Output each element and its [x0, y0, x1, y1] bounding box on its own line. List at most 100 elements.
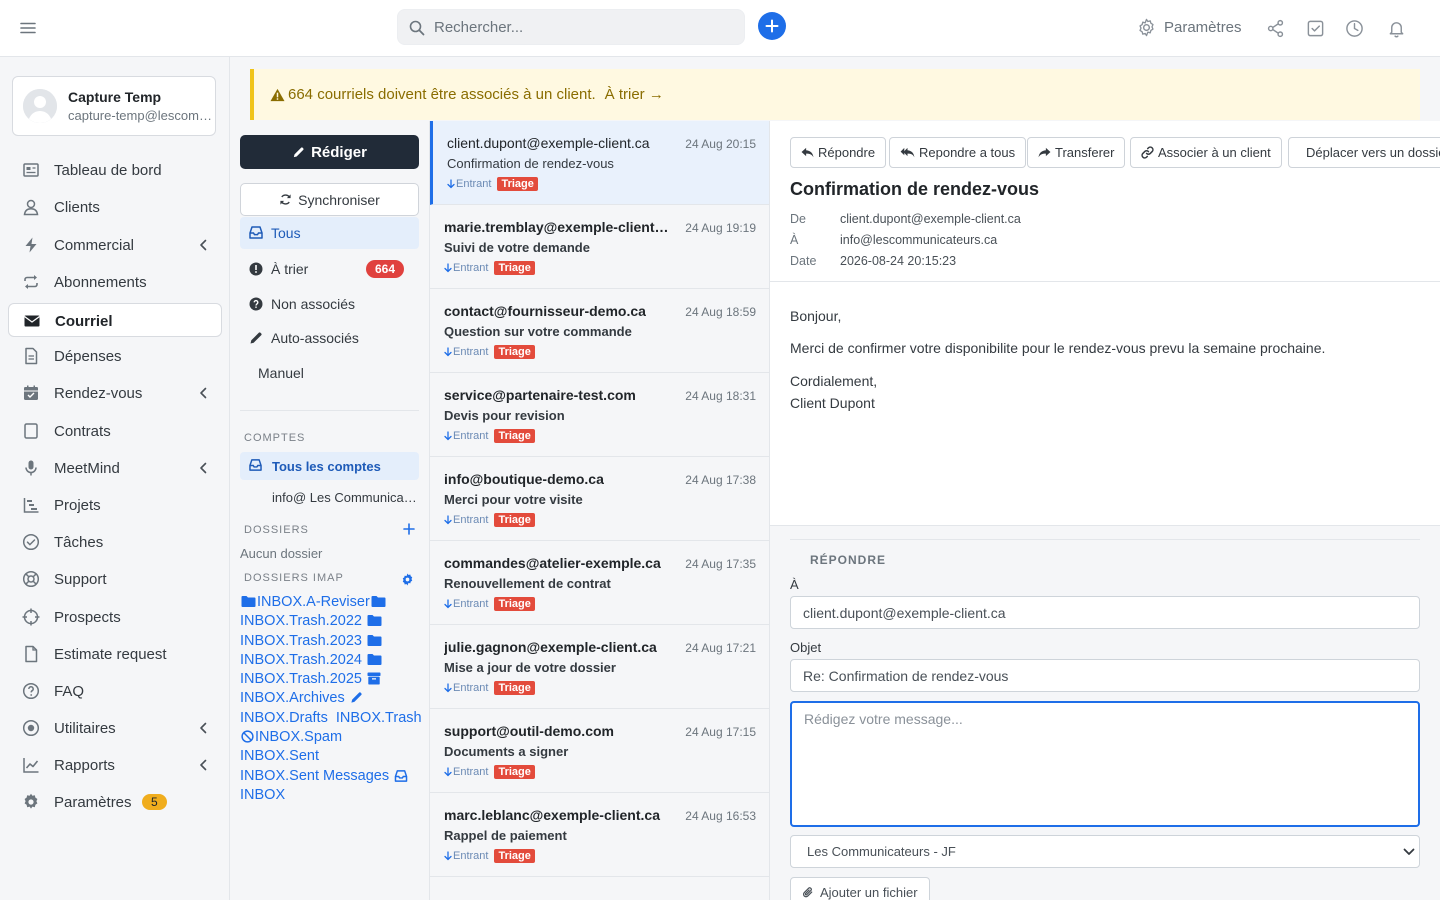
- email-list-item[interactable]: client.dupont@exemple-client.ca 24 Aug 20…: [430, 121, 769, 205]
- email-list-item[interactable]: contact@fournisseur-demo.ca 24 Aug 18:59 Q…: [430, 289, 769, 373]
- imap-folder-link[interactable]: INBOX.Spam: [255, 729, 342, 745]
- nav-item-file[interactable]: Dépenses: [8, 339, 222, 373]
- email-list-item[interactable]: marie.tremblay@exemple-client.ca 24 Aug 1…: [430, 205, 769, 289]
- create-new-button[interactable]: [758, 12, 786, 40]
- divider: [770, 281, 1440, 282]
- meta-label-to: À: [790, 233, 799, 247]
- nav-label: Clients: [54, 199, 100, 216]
- folder-label: Tous: [271, 225, 301, 241]
- associate-client-button[interactable]: Associer à un client: [1130, 137, 1282, 168]
- meta-value-to: info@lescommunicateurs.ca: [840, 233, 998, 247]
- all-accounts-item[interactable]: Tous les comptes: [240, 452, 419, 480]
- imap-folder-link[interactable]: INBOX.Trash: [336, 710, 422, 726]
- email-date: 24 Aug 17:21: [685, 641, 756, 655]
- attach-file-button[interactable]: Ajouter un fichier: [790, 877, 930, 900]
- meta-label-date: Date: [790, 254, 817, 268]
- nav-item-bolt[interactable]: Commercial: [8, 228, 222, 262]
- nav-label: Rendez-vous: [54, 385, 143, 402]
- nav-item-gantt[interactable]: Projets: [8, 488, 222, 522]
- nav-item-chart-line[interactable]: Rapports: [8, 748, 222, 782]
- reply-message-textarea[interactable]: [790, 701, 1420, 827]
- email-sender: support@outil-demo.com: [444, 723, 614, 739]
- imap-folder-link[interactable]: INBOX.Sent Messages: [240, 768, 389, 784]
- nav-item-contract[interactable]: Contrats: [8, 414, 222, 448]
- reply-subject-input[interactable]: [790, 659, 1420, 692]
- user-card[interactable]: Capture Temp capture-temp@lescommunicate…: [12, 76, 216, 136]
- email-date: 24 Aug 17:35: [685, 557, 756, 571]
- folder-manual[interactable]: Manuel: [240, 357, 419, 389]
- share-icon[interactable]: [1266, 19, 1285, 38]
- folder-unassociated[interactable]: Non associés: [240, 288, 419, 320]
- imap-folder-link[interactable]: INBOX.Trash.2024: [240, 652, 362, 668]
- alert-text: 664 courriels doivent être associés à un…: [288, 86, 596, 103]
- email-list-item[interactable]: julie.gagnon@exemple-client.ca 24 Aug 17:…: [430, 625, 769, 709]
- incoming-label: Entrant: [453, 262, 489, 274]
- nav-item-crosshair[interactable]: Prospects: [8, 600, 222, 634]
- email-sender: commandes@atelier-exemple.ca: [444, 555, 661, 571]
- imap-folder-link[interactable]: INBOX.Drafts: [240, 710, 328, 726]
- triage-badge: Triage: [494, 849, 535, 863]
- folder-to-sort[interactable]: À trier 664: [240, 253, 419, 285]
- imap-folder-link[interactable]: INBOX: [240, 787, 285, 803]
- nav-item-calendar[interactable]: Rendez-vous: [8, 376, 222, 410]
- reply-all-button[interactable]: Repondre a tous: [889, 137, 1027, 168]
- add-folder-plus-icon[interactable]: [403, 523, 415, 535]
- nav-item-check-circle[interactable]: Tâches: [8, 525, 222, 559]
- from-account-select[interactable]: Les Communicateurs - JF: [790, 835, 1420, 868]
- reply-to-input[interactable]: [790, 596, 1420, 629]
- nav-item-lifebuoy[interactable]: Support: [8, 562, 222, 596]
- folder-all[interactable]: Tous: [240, 217, 419, 249]
- hamburger-menu-icon[interactable]: [19, 19, 37, 37]
- nav-item-dot-circle[interactable]: Utilitaires: [8, 711, 222, 745]
- imap-folder-link[interactable]: INBOX.Sent: [240, 748, 319, 764]
- account-item[interactable]: info@ Les Communicateurs: [272, 490, 417, 505]
- forward-button[interactable]: Transferer: [1027, 137, 1126, 168]
- email-list-item[interactable]: commandes@atelier-exemple.ca 24 Aug 17:35…: [430, 541, 769, 625]
- email-list-item[interactable]: marc.leblanc@exemple-client.ca 24 Aug 16:…: [430, 793, 769, 877]
- chart-line-icon: [22, 756, 40, 774]
- lifebuoy-icon: [22, 570, 40, 588]
- triage-badge: Triage: [494, 429, 535, 443]
- nav-item-dashboard[interactable]: Tableau de bord: [8, 153, 222, 187]
- gantt-icon: [22, 496, 40, 514]
- imap-folder-link[interactable]: INBOX.Trash.2025: [240, 671, 362, 687]
- clock-icon[interactable]: [1345, 19, 1364, 38]
- sync-button[interactable]: Synchroniser: [240, 183, 419, 216]
- email-subject: Documents a signer: [444, 744, 569, 759]
- folder-icon: [241, 595, 256, 608]
- nav-item-document[interactable]: Estimate request: [8, 637, 222, 671]
- imap-settings-gear-icon[interactable]: [401, 573, 414, 586]
- avatar: [23, 89, 57, 123]
- nav-item-microphone[interactable]: MeetMind: [8, 451, 222, 485]
- email-list-item[interactable]: info@boutique-demo.ca 24 Aug 17:38 Merci p…: [430, 457, 769, 541]
- imap-folder-link[interactable]: INBOX.Trash.2023: [240, 633, 362, 649]
- file-icon: [22, 347, 40, 365]
- nav-item-gear[interactable]: Paramètres 5: [8, 785, 222, 819]
- nav-item-user[interactable]: Clients: [8, 190, 222, 224]
- reply-button[interactable]: Répondre: [790, 137, 887, 168]
- move-to-folder-button[interactable]: Déplacer vers un dossier: [1288, 137, 1440, 168]
- subject-label: Objet: [790, 640, 822, 655]
- email-subject: Devis pour revision: [444, 408, 565, 423]
- bell-icon[interactable]: [1387, 19, 1406, 38]
- compose-button[interactable]: Rédiger: [240, 135, 419, 169]
- task-check-icon[interactable]: [1306, 19, 1325, 38]
- incoming-tag: Entrant: [444, 598, 488, 610]
- arrow-down-icon: [444, 683, 452, 693]
- meta-value-from: client.dupont@exemple-client.ca: [840, 212, 1021, 226]
- email-list-item[interactable]: support@outil-demo.com 24 Aug 17:15 Docume…: [430, 709, 769, 793]
- email-sender: marc.leblanc@exemple-client.ca: [444, 807, 660, 823]
- folder-auto-associated[interactable]: Auto-associés: [240, 322, 419, 354]
- incoming-tag: Entrant: [444, 850, 488, 862]
- alert-sort-link[interactable]: À trier →: [605, 86, 664, 103]
- imap-folder-link[interactable]: INBOX.A-Reviser: [257, 594, 370, 610]
- nav-item-repeat[interactable]: Abonnements: [8, 265, 222, 299]
- imap-folder-link[interactable]: INBOX.Trash.2022: [240, 613, 362, 629]
- nav-item-question[interactable]: FAQ: [8, 674, 222, 708]
- email-subject: Question sur votre commande: [444, 324, 632, 339]
- imap-folder-link[interactable]: INBOX.Archives: [240, 690, 345, 706]
- settings-link[interactable]: Paramètres: [1137, 18, 1242, 37]
- email-list-item[interactable]: service@partenaire-test.com 24 Aug 18:31 D…: [430, 373, 769, 457]
- nav-item-envelope[interactable]: Courriel: [8, 303, 222, 337]
- search-input[interactable]: [434, 10, 734, 44]
